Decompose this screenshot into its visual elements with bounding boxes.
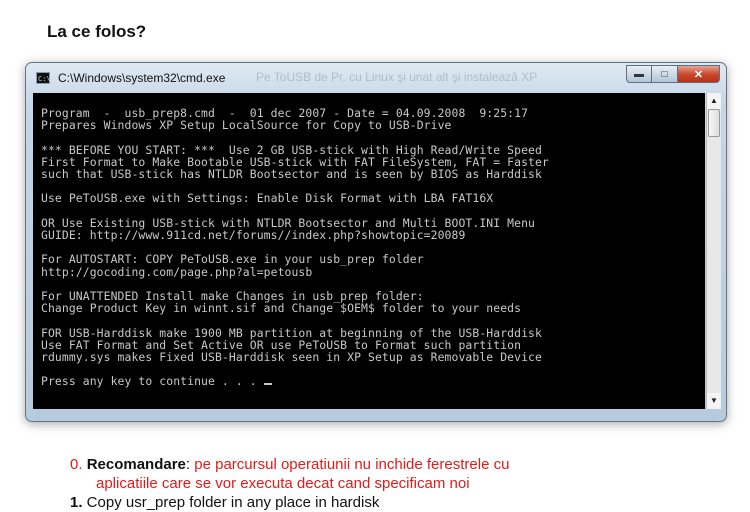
maximize-icon: □ — [661, 68, 668, 80]
list-number: 0. — [70, 456, 83, 473]
recommendation-label: Recomandare — [86, 456, 186, 473]
console-output[interactable]: Program - usb_prep8.cmd - 01 dec 2007 - … — [33, 93, 705, 409]
close-icon: ✕ — [693, 68, 704, 81]
list-item-recommendation: 0. Recomandare: pe parcursul operatiunii… — [70, 455, 710, 493]
page-heading: La ce folos? — [47, 22, 147, 41]
scroll-down-icon[interactable]: ▼ — [707, 393, 721, 409]
console-lines: Program - usb_prep8.cmd - 01 dec 2007 - … — [41, 106, 549, 365]
vertical-scrollbar[interactable]: ▲ ▼ — [706, 93, 721, 409]
cmd-icon[interactable]: C:\ — [36, 72, 51, 84]
title-bar[interactable]: Pe ToUSB de Pr. cu Linux şi unat alt şi … — [26, 63, 726, 93]
scroll-thumb[interactable] — [708, 109, 720, 137]
list-number: 1. — [70, 494, 83, 511]
maximize-button[interactable]: □ — [652, 65, 678, 83]
console-text: Program - usb_prep8.cmd - 01 dec 2007 - … — [33, 93, 705, 388]
window-title: C:\Windows\system32\cmd.exe — [58, 71, 226, 85]
close-button[interactable]: ✕ — [678, 65, 720, 83]
text-cursor — [263, 383, 272, 386]
minimize-icon: ▬ — [634, 68, 644, 80]
console-prompt: Press any key to continue . . . — [41, 374, 264, 389]
steps-list: 0. Recomandare: pe parcursul operatiunii… — [70, 455, 710, 511]
cmd-window[interactable]: Pe ToUSB de Pr. cu Linux şi unat alt şi … — [25, 62, 727, 422]
scroll-up-icon[interactable]: ▲ — [707, 93, 721, 109]
list-item-copy-folder: 1. Copy usr_prep folder in any place in … — [70, 493, 379, 512]
recommendation-continuation: aplicatiile care se vor executa decat ca… — [96, 475, 470, 492]
minimize-button[interactable]: ▬ — [626, 65, 652, 83]
recommendation-text: pe parcursul operatiunii nu inchide fere… — [190, 456, 510, 473]
background-ghost-text: Pe ToUSB de Pr. cu Linux şi unat alt şi … — [256, 70, 538, 84]
copy-folder-text: Copy usr_prep folder in any place in har… — [82, 494, 380, 511]
window-controls: ▬ □ ✕ — [626, 65, 720, 83]
